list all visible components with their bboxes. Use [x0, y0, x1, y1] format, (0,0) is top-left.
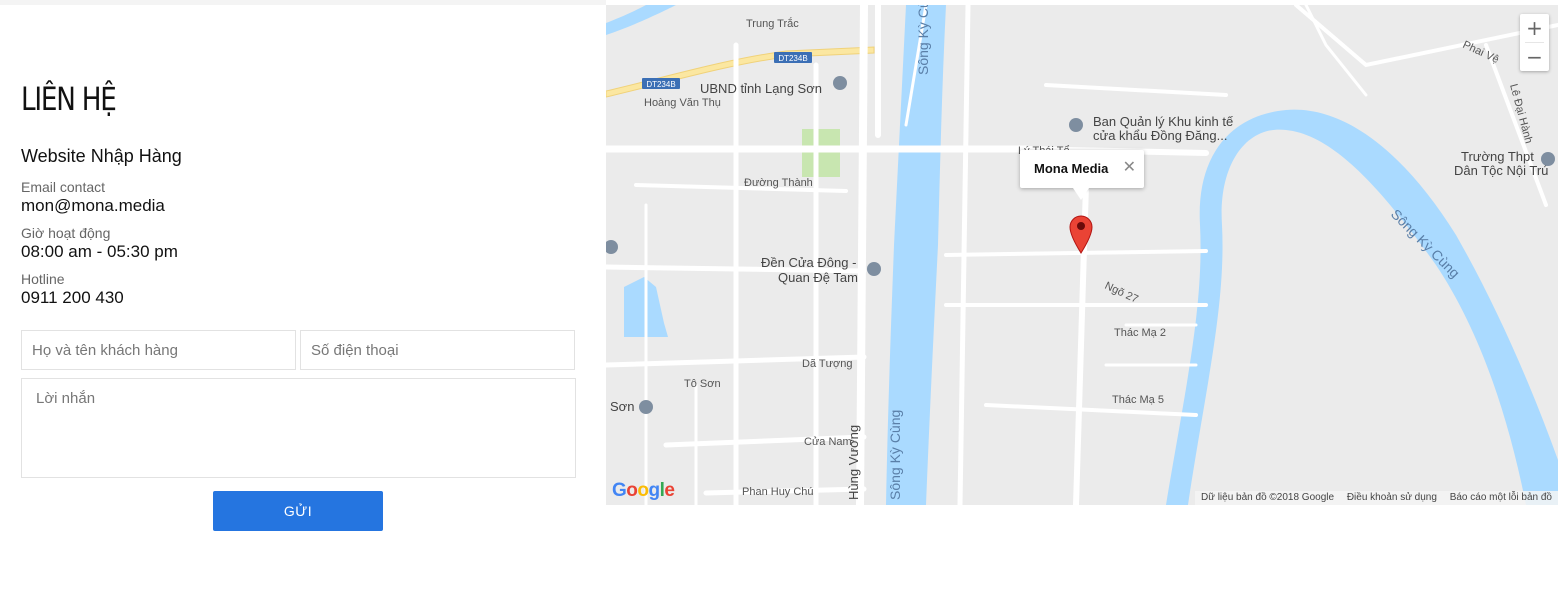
route-shield-2: DT234B	[646, 80, 675, 89]
page-title: LIÊN HỆ	[21, 80, 117, 118]
label-hoang-van-thu: Hoàng Văn Thụ	[644, 97, 721, 109]
attribution-report-link[interactable]: Báo cáo một lỗi bản đồ	[1450, 492, 1552, 503]
map-canvas[interactable]: DT234B DT234B Trung Trắc UBND tỉnh Lạng …	[606, 5, 1558, 505]
label-thac-ma-5: Thác Mạ 5	[1112, 394, 1164, 406]
label-hung-vuong: Hùng Vương	[846, 425, 861, 500]
info-window: Mona Media ✕	[1020, 150, 1144, 200]
label-truong-thpt-1: Trường Thpt	[1461, 149, 1534, 164]
label-ubnd: UBND tỉnh Lạng Sơn	[700, 81, 822, 96]
submit-button[interactable]: GỬI	[213, 491, 383, 531]
label-song-ky-cung-1: Sông Kỳ Cùng	[915, 5, 931, 75]
label-ban-quan-ly-2: cửa khẩu Đồng Đăng...	[1093, 128, 1227, 143]
label-da-tuong: Dã Tượng	[802, 358, 852, 370]
phone-input[interactable]	[300, 330, 575, 370]
google-map[interactable]: DT234B DT234B Trung Trắc UBND tỉnh Lạng …	[606, 5, 1558, 505]
email-label: Email contact	[21, 179, 106, 195]
label-ban-quan-ly-1: Ban Quản lý Khu kinh tế	[1093, 114, 1234, 129]
label-song-ky-cung-2: Sông Kỳ Cùng	[887, 410, 903, 500]
label-den-cua-dong-1: Đền Cửa Đông -	[761, 255, 856, 270]
zoom-control: + −	[1520, 14, 1549, 71]
label-cua-nam: Cửa Nam	[804, 436, 852, 448]
name-input[interactable]	[21, 330, 296, 370]
message-textarea[interactable]	[21, 378, 576, 478]
poi-icon-son	[639, 400, 653, 414]
close-icon[interactable]: ✕	[1123, 157, 1136, 176]
label-truong-thpt-2: Dân Tộc Nội Trú	[1454, 163, 1548, 178]
map-attribution: Dữ liệu bản đồ ©2018 Google Điều khoản s…	[1195, 491, 1558, 505]
label-phan-huy-chu: Phan Huy Chú	[742, 486, 814, 498]
label-trung-trac: Trung Trắc	[746, 17, 799, 30]
label-to-son: Tô Sơn	[684, 378, 721, 390]
info-window-title: Mona Media	[1034, 161, 1109, 176]
hours-label: Giờ hoạt động	[21, 225, 111, 241]
label-duong-thanh: Đường Thành	[744, 177, 813, 189]
brand-name: Website Nhập Hàng	[21, 146, 182, 166]
info-window-tail	[1073, 188, 1089, 200]
attribution-data: Dữ liệu bản đồ ©2018 Google	[1201, 492, 1335, 503]
poi-icon-truong	[1541, 152, 1555, 166]
hours-value: 08:00 am - 05:30 pm	[21, 242, 178, 261]
poi-icon-ban-quan-ly	[1069, 118, 1083, 132]
attribution-terms-link[interactable]: Điều khoản sử dụng	[1347, 492, 1437, 503]
contact-section: LIÊN HỆ Website Nhập Hàng Email contact …	[21, 0, 577, 609]
email-value: mon@mona.media	[21, 196, 165, 215]
zoom-in-button[interactable]: +	[1520, 14, 1549, 42]
label-son: Sơn	[610, 399, 634, 414]
poi-icon-den	[867, 262, 881, 276]
label-thac-ma-2: Thác Mạ 2	[1114, 327, 1166, 339]
park-shape	[802, 129, 840, 177]
hotline-value: 0911 200 430	[21, 288, 124, 307]
route-shield-1: DT234B	[778, 54, 807, 63]
zoom-out-button[interactable]: −	[1520, 43, 1549, 71]
google-logo[interactable]: Google	[612, 480, 675, 502]
hotline-label: Hotline	[21, 271, 65, 287]
poi-icon-ubnd	[833, 76, 847, 90]
label-den-cua-dong-2: Quan Đệ Tam	[778, 270, 858, 285]
